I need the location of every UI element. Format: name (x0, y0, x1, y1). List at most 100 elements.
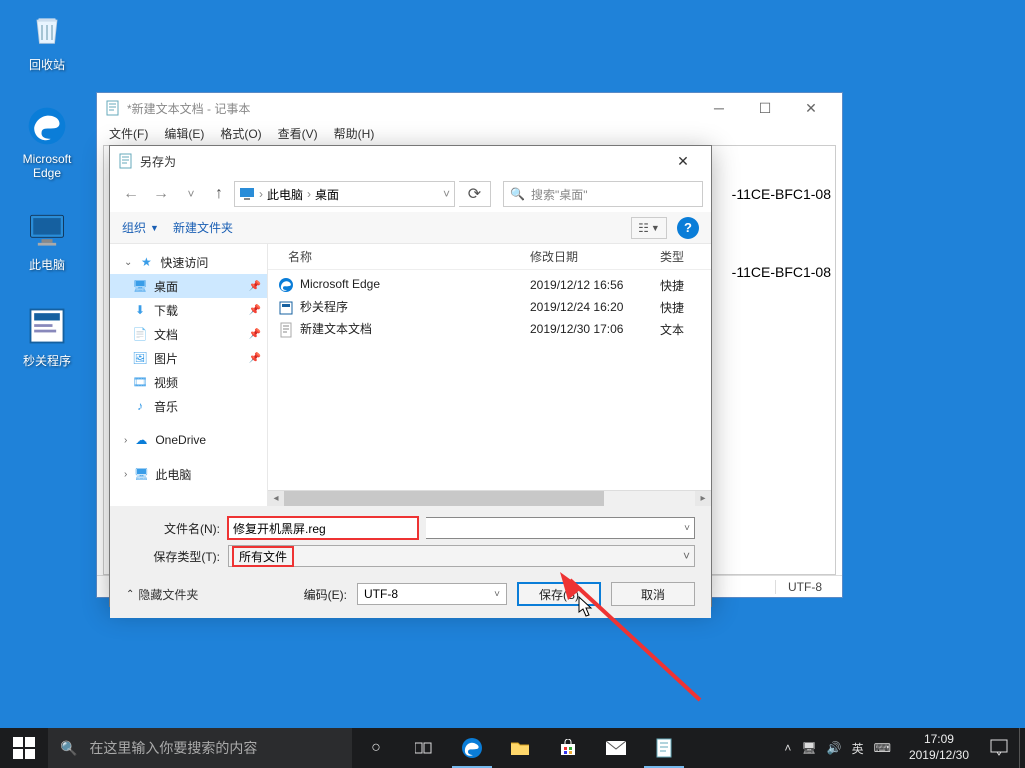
save-button[interactable]: 保存(S) (517, 582, 601, 606)
edge-icon (25, 104, 69, 148)
cortana-button[interactable]: ○ (352, 728, 400, 768)
start-button[interactable] (0, 728, 48, 768)
list-item[interactable]: 新建文本文档 2019/12/30 17:06 文本 (268, 318, 711, 340)
status-encoding: UTF-8 (775, 580, 834, 594)
recycle-bin-icon (25, 8, 69, 52)
tray-ime[interactable]: 英 (852, 740, 864, 757)
menu-edit[interactable]: 编辑(E) (158, 123, 210, 145)
folder-tree: ⌄★快速访问 🖥桌面📌 ⬇下载📌 📄文档📌 🖼图片📌 🎞视频 ♪音乐 ›☁One… (110, 244, 268, 506)
chevron-down-icon: ˅ (494, 589, 500, 600)
search-placeholder: 搜索"桌面" (531, 186, 588, 203)
address-bar[interactable]: › 此电脑 › 桌面 ˅ (234, 181, 455, 207)
dialog-close-button[interactable]: ✕ (663, 146, 703, 176)
folder-icon (510, 740, 530, 756)
pin-icon: 📌 (249, 305, 261, 316)
scroll-left-button[interactable]: ◂ (268, 491, 284, 506)
dialog-bottom-bar: ⌃隐藏文件夹 编码(E): UTF-8˅ 保存(S) 取消 (110, 574, 711, 618)
tree-item-videos[interactable]: 🎞视频 (110, 370, 267, 394)
desktop-icon-this-pc[interactable]: 此电脑 (8, 208, 86, 273)
notepad-icon (105, 100, 121, 116)
breadcrumb-desktop[interactable]: 桌面 (315, 186, 339, 203)
column-modified[interactable]: 修改日期 (520, 248, 650, 265)
list-item[interactable]: Microsoft Edge 2019/12/12 16:56 快捷 (268, 274, 711, 296)
organize-button[interactable]: 组织 ▼ (122, 219, 159, 236)
task-view-button[interactable] (400, 728, 448, 768)
video-icon: 🎞 (132, 374, 148, 390)
tree-item-desktop[interactable]: 🖥桌面📌 (110, 274, 267, 298)
column-name[interactable]: 名称 (268, 248, 520, 265)
tray-network-icon[interactable]: 🖥 (801, 741, 816, 755)
taskbar-app-explorer[interactable] (496, 728, 544, 768)
search-input[interactable]: 🔍 搜索"桌面" (503, 181, 703, 207)
desktop-icon-edge[interactable]: Microsoft Edge (8, 104, 86, 180)
hide-folders-button[interactable]: ⌃隐藏文件夹 (126, 586, 198, 603)
taskbar-app-edge[interactable] (448, 728, 496, 768)
taskbar-clock[interactable]: 17:09 2019/12/30 (899, 732, 979, 763)
encoding-combo[interactable]: UTF-8˅ (357, 583, 507, 605)
desktop-icon-label: 此电脑 (8, 256, 86, 273)
taskbar: 🔍 在这里输入你要搜索的内容 ○ ˄ 🖥 🔊 英 ⌨ 17:09 2019/12… (0, 728, 1025, 768)
cancel-button[interactable]: 取消 (611, 582, 695, 606)
desktop-icon-recycle-bin[interactable]: 回收站 (8, 8, 86, 73)
download-icon: ⬇ (132, 302, 148, 318)
help-button[interactable]: ? (677, 217, 699, 239)
close-button[interactable]: ✕ (788, 93, 834, 123)
tray-chevron-up-icon[interactable]: ˄ (784, 741, 791, 755)
notepad-titlebar[interactable]: *新建文本文档 - 记事本 ─ ☐ ✕ (97, 93, 842, 123)
pin-icon: 📌 (249, 353, 261, 364)
menu-help[interactable]: 帮助(H) (328, 123, 381, 145)
breadcrumb-pc[interactable]: 此电脑 (267, 186, 303, 203)
text-file-icon (278, 322, 294, 338)
tray-volume-icon[interactable]: 🔊 (827, 741, 842, 755)
nav-forward-button[interactable]: → (148, 181, 174, 207)
edge-icon (278, 277, 294, 293)
windows-logo-icon (13, 737, 35, 759)
taskbar-app-store[interactable] (544, 728, 592, 768)
refresh-button[interactable]: ⟳ (459, 181, 491, 207)
star-icon: ★ (138, 254, 154, 270)
document-icon: 📄 (132, 326, 148, 342)
action-center-button[interactable] (979, 728, 1019, 768)
notepad-text-fragment: -11CE-BFC1-08 (732, 186, 831, 202)
taskbar-search[interactable]: 🔍 在这里输入你要搜索的内容 (48, 728, 352, 768)
notepad-icon (118, 153, 134, 169)
nav-bar: ← → ˅ ↑ › 此电脑 › 桌面 ˅ ⟳ 🔍 搜索"桌面" (110, 176, 711, 212)
monitor-icon (25, 208, 69, 252)
filetype-combo[interactable]: 所有文件˅ (228, 545, 695, 567)
list-item[interactable]: 秒关程序 2019/12/24 16:20 快捷 (268, 296, 711, 318)
notepad-icon (656, 738, 672, 758)
desktop-icon-label: 秒关程序 (8, 352, 86, 369)
tree-onedrive[interactable]: ›☁OneDrive (110, 428, 267, 452)
desktop-icon-sec-shutdown[interactable]: 秒关程序 (8, 304, 86, 369)
filename-input[interactable] (228, 517, 418, 539)
taskbar-app-notepad[interactable] (640, 728, 688, 768)
tray-keyboard-icon[interactable]: ⌨ (874, 741, 891, 755)
tree-item-documents[interactable]: 📄文档📌 (110, 322, 267, 346)
column-type[interactable]: 类型 (650, 248, 711, 265)
nav-back-button[interactable]: ← (118, 181, 144, 207)
dialog-titlebar[interactable]: 另存为 ✕ (110, 146, 711, 176)
menu-view[interactable]: 查看(V) (272, 123, 324, 145)
chevron-down-icon[interactable]: ˅ (684, 523, 690, 534)
maximize-button[interactable]: ☐ (742, 93, 788, 123)
menu-file[interactable]: 文件(F) (103, 123, 154, 145)
tree-item-music[interactable]: ♪音乐 (110, 394, 267, 418)
view-options-button[interactable]: ☷ ▼ (631, 217, 667, 239)
nav-history-button[interactable]: ˅ (178, 181, 204, 207)
tree-this-pc[interactable]: ›🖥此电脑 (110, 462, 267, 486)
scroll-thumb[interactable] (284, 491, 604, 506)
tree-quick-access[interactable]: ⌄★快速访问 (110, 250, 267, 274)
scroll-right-button[interactable]: ▸ (695, 491, 711, 506)
desktop-icon-label: 回收站 (8, 56, 86, 73)
taskbar-app-mail[interactable] (592, 728, 640, 768)
new-folder-button[interactable]: 新建文件夹 (173, 219, 233, 236)
notification-icon (990, 739, 1008, 757)
menu-format[interactable]: 格式(O) (214, 123, 267, 145)
picture-icon: 🖼 (132, 350, 148, 366)
tree-item-pictures[interactable]: 🖼图片📌 (110, 346, 267, 370)
minimize-button[interactable]: ─ (696, 93, 742, 123)
horizontal-scrollbar[interactable]: ◂ ▸ (268, 490, 711, 506)
tree-item-downloads[interactable]: ⬇下载📌 (110, 298, 267, 322)
show-desktop-button[interactable] (1019, 728, 1025, 768)
nav-up-button[interactable]: ↑ (208, 183, 230, 205)
